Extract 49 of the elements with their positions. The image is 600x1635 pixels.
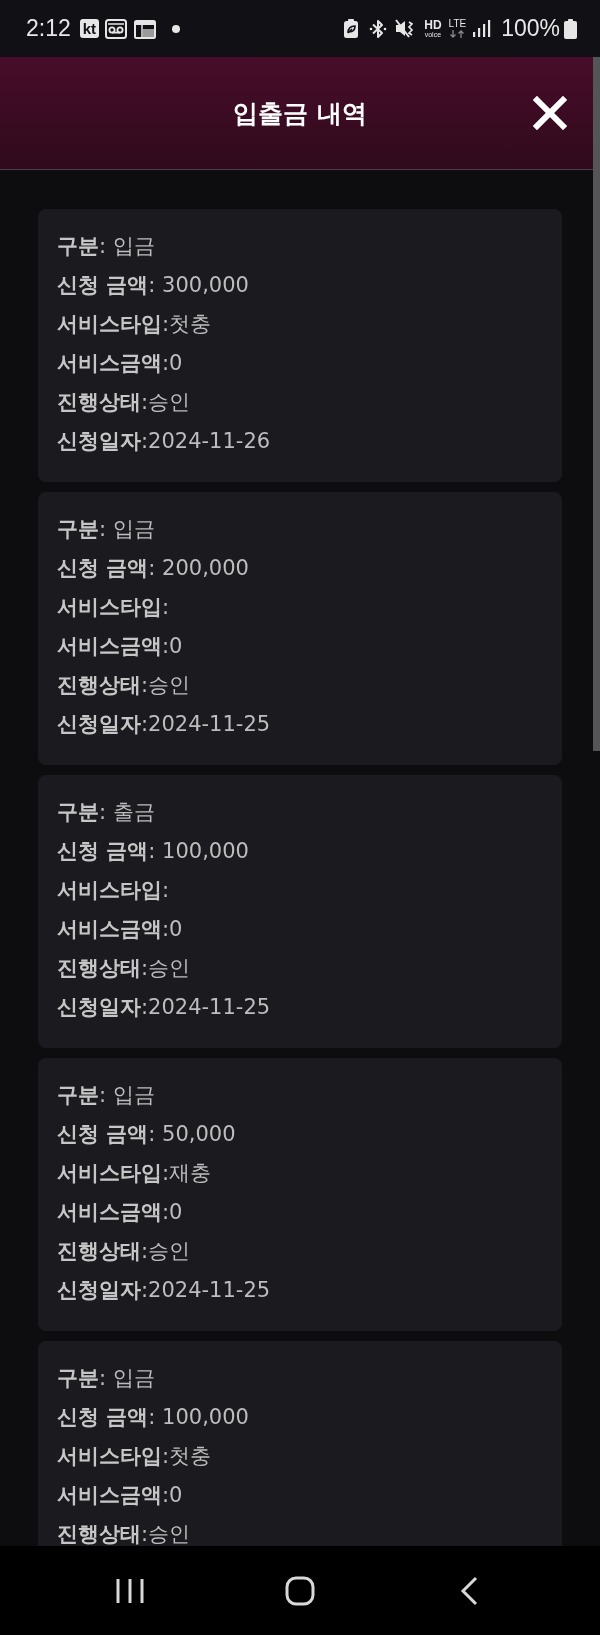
record-field: 서비스타입:첫충: [57, 305, 543, 344]
close-icon[interactable]: [533, 96, 567, 130]
record-field: 서비스타입:: [57, 588, 543, 627]
clock-time: 2:12: [26, 15, 71, 42]
record-field: 신청 금액: 100,000: [57, 832, 543, 871]
scrollbar-thumb[interactable]: [593, 57, 600, 751]
record-field: 서비스금액:0: [57, 1476, 543, 1515]
record-field: 진행상태:승인: [57, 666, 543, 705]
calendar-icon: [134, 18, 157, 39]
recent-apps-icon[interactable]: [116, 1576, 144, 1605]
notification-dot-icon: [172, 24, 181, 33]
record-field: 구분: 출금: [57, 793, 543, 832]
record-field: 진행상태:승인: [57, 949, 543, 988]
signal-icon: [473, 20, 492, 37]
record-field: 신청일자:2024-11-25: [57, 705, 543, 744]
record-field: 서비스금액:0: [57, 910, 543, 949]
record-field: 서비스금액:0: [57, 627, 543, 666]
record-field: 구분: 입금: [57, 1076, 543, 1115]
hd-label: HD: [424, 19, 442, 31]
battery-icon: [564, 18, 577, 39]
record-field: 서비스금액:0: [57, 1193, 543, 1232]
record-field: 신청일자:2024-11-25: [57, 1271, 543, 1310]
record-field: 구분: 입금: [57, 227, 543, 266]
data-arrows-icon: [449, 30, 466, 38]
page-title: 입출금 내역: [233, 97, 367, 130]
battery-saver-icon: [344, 19, 359, 38]
mute-vibrate-icon: [395, 19, 416, 38]
record-field: 신청일자:2024-11-25: [57, 988, 543, 1027]
record-field: 서비스금액:0: [57, 344, 543, 383]
record-field: 구분: 입금: [57, 1359, 543, 1398]
record-field: 신청일자:2024-11-26: [57, 422, 543, 461]
home-icon[interactable]: [285, 1575, 315, 1606]
record-field: 신청 금액: 100,000: [57, 1398, 543, 1437]
back-icon[interactable]: [460, 1575, 478, 1606]
record-field: 진행상태:승인: [57, 1515, 543, 1546]
carrier-logo: kt: [79, 19, 100, 38]
record-field: 신청 금액: 200,000: [57, 549, 543, 588]
record-field: 신청 금액: 300,000: [57, 266, 543, 305]
bluetooth-icon: [369, 18, 388, 39]
record-field: 서비스타입:: [57, 871, 543, 910]
battery-percent: 100%: [501, 15, 560, 42]
voicemail-icon: [105, 18, 128, 39]
record-field: 서비스타입:재충: [57, 1154, 543, 1193]
record-field: 신청 금액: 50,000: [57, 1115, 543, 1154]
record-field: 진행상태:승인: [57, 1232, 543, 1271]
record-field: 구분: 입금: [57, 510, 543, 549]
record-field: 서비스타입:첫충: [57, 1437, 543, 1476]
network-type-label: LTE: [448, 19, 467, 29]
record-field: 진행상태:승인: [57, 383, 543, 422]
